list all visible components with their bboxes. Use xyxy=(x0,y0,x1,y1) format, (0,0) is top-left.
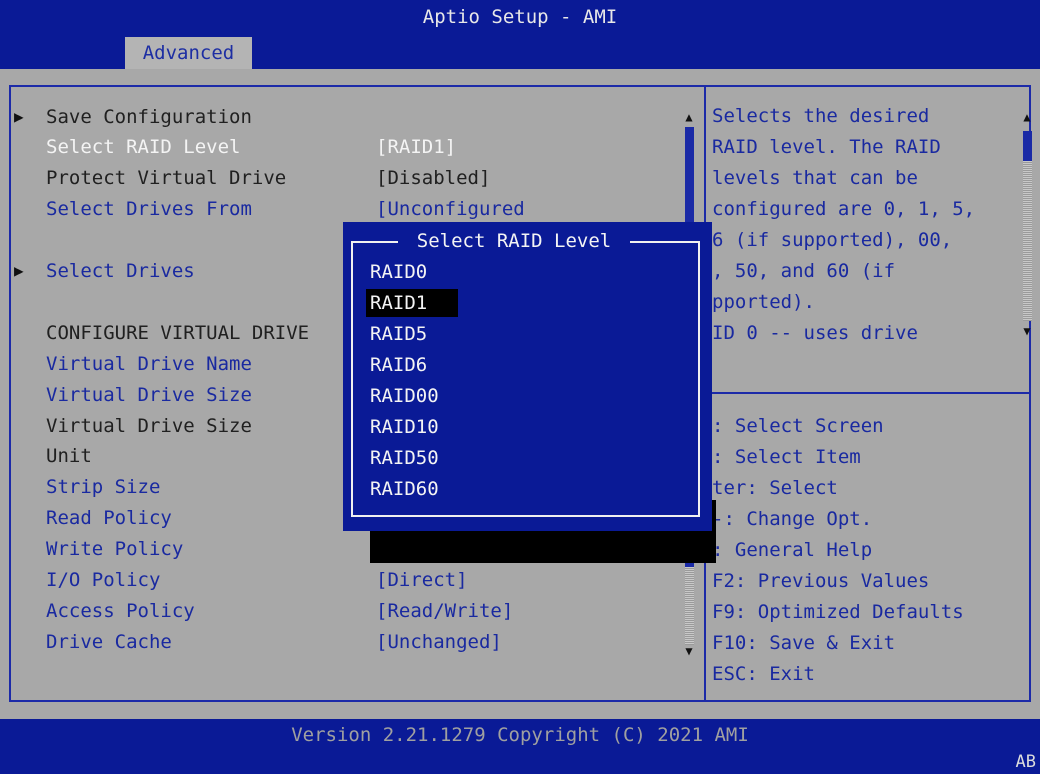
scrollbar-track[interactable] xyxy=(1023,161,1032,321)
scrollbar-thumb[interactable] xyxy=(1023,131,1032,161)
menu-item-write-policy[interactable]: Write Policy xyxy=(46,534,183,564)
raid-option[interactable]: RAID0 xyxy=(366,258,458,286)
key-hint: F9: Optimized Defaults xyxy=(712,601,964,623)
drive-cache-value[interactable]: [Unchanged] xyxy=(376,627,502,657)
menu-item-access-policy[interactable]: Access Policy xyxy=(46,596,195,626)
tab-advanced[interactable]: Advanced xyxy=(125,37,252,69)
key-hint: ESC: Exit xyxy=(712,663,815,685)
key-hint: : Select Screen xyxy=(712,415,884,437)
menu-item-virtual-drive-size[interactable]: Virtual Drive Size xyxy=(46,380,252,410)
scroll-down-icon[interactable]: ▼ xyxy=(1020,323,1034,339)
raid-option[interactable]: RAID6 xyxy=(366,351,458,379)
raid-option[interactable]: RAID10 xyxy=(366,413,458,441)
menu-item-strip-size[interactable]: Strip Size xyxy=(46,472,160,502)
scroll-up-icon[interactable]: ▲ xyxy=(682,109,696,125)
panel-divider-horizontal xyxy=(706,392,1031,394)
help-line: , 50, and 60 (if xyxy=(712,260,896,282)
scroll-up-icon[interactable]: ▲ xyxy=(1020,109,1034,125)
menu-item-read-policy[interactable]: Read Policy xyxy=(46,503,172,533)
key-hint: : Select Item xyxy=(712,446,861,468)
version-text: Version 2.21.1279 Copyright (C) 2021 AMI xyxy=(291,724,749,746)
menu-item-protect-virtual-drive[interactable]: Protect Virtual Drive xyxy=(46,163,286,193)
help-line: RAID level. The RAID xyxy=(712,136,941,158)
key-hint: -: Change Opt. xyxy=(712,508,873,530)
access-policy-value[interactable]: [Read/Write] xyxy=(376,596,513,626)
io-policy-value[interactable]: [Direct] xyxy=(376,565,468,595)
scrollbar-track[interactable] xyxy=(685,567,694,645)
select-raid-level-value[interactable]: [RAID1] xyxy=(376,132,456,162)
select-drives-from-value[interactable]: [Unconfigured xyxy=(376,194,525,224)
app-title: Aptio Setup - AMI xyxy=(422,6,618,28)
menu-item-select-drives[interactable]: Select Drives xyxy=(46,256,195,286)
key-hint: F2: Previous Values xyxy=(712,570,930,592)
menu-item-unit: Unit xyxy=(46,445,92,467)
submenu-arrow-icon: ▶ xyxy=(14,261,24,280)
protect-virtual-drive-value[interactable]: [Disabled] xyxy=(376,163,490,193)
help-line: configured are 0, 1, 5, xyxy=(712,198,976,220)
menu-item-io-policy[interactable]: I/O Policy xyxy=(46,565,160,595)
help-line: Selects the desired xyxy=(712,105,930,127)
raid-option[interactable]: RAID00 xyxy=(366,382,458,410)
help-scrollbar[interactable]: ▲ ▼ xyxy=(1020,105,1034,345)
key-hint: F10: Save & Exit xyxy=(712,632,896,654)
key-hint: ter: Select xyxy=(712,477,838,499)
menu-item-select-drives-from[interactable]: Select Drives From xyxy=(46,194,252,224)
key-hint: : General Help xyxy=(712,539,873,561)
submenu-arrow-icon: ▶ xyxy=(14,107,24,126)
section-heading-configure-virtual-drive: CONFIGURE VIRTUAL DRIVE xyxy=(46,322,310,344)
help-line: 6 (if supported), 00, xyxy=(712,229,953,251)
popup-title: Select RAID Level xyxy=(398,227,630,255)
menu-item-save-configuration[interactable]: Save Configuration xyxy=(46,102,252,132)
post-code: AB xyxy=(1015,752,1036,772)
menu-item-virtual-drive-name[interactable]: Virtual Drive Name xyxy=(46,349,252,379)
scroll-down-icon[interactable]: ▼ xyxy=(682,643,696,659)
raid-option[interactable]: RAID50 xyxy=(366,444,458,472)
help-line: levels that can be xyxy=(712,167,918,189)
help-line: pported). xyxy=(712,291,815,313)
menu-item-drive-cache[interactable]: Drive Cache xyxy=(46,627,172,657)
raid-option[interactable]: RAID5 xyxy=(366,320,458,348)
raid-option[interactable]: RAID60 xyxy=(366,475,458,503)
raid-option-selected[interactable]: RAID1 xyxy=(366,289,458,317)
menu-item-select-raid-level[interactable]: Select RAID Level xyxy=(46,132,240,162)
help-line: ID 0 -- uses drive xyxy=(712,322,918,344)
menu-item-virtual-drive-size-readonly: Virtual Drive Size xyxy=(46,415,252,437)
